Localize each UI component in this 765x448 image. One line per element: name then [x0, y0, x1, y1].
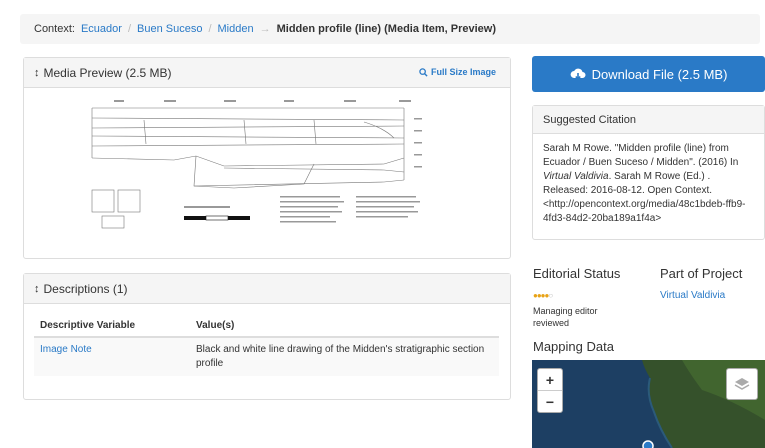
citation-header: Suggested Citation: [533, 106, 764, 134]
descriptions-table: Descriptive Variable Value(s) Image Note…: [34, 314, 499, 376]
layers-icon: [734, 378, 750, 390]
midden-profile-preview-image[interactable]: [84, 98, 446, 248]
image-note-link[interactable]: Image Note: [34, 337, 190, 376]
breadcrumb-separator: /: [208, 23, 212, 35]
full-size-image-label: Full Size Image: [430, 67, 496, 77]
editorial-status-text: Managing editor reviewed: [533, 306, 598, 328]
map-zoom-control: + −: [537, 368, 563, 413]
image-note-value: Black and white line drawing of the Midd…: [190, 337, 499, 376]
descriptions-panel: ↕ Descriptions (1) Descriptive Variable …: [23, 273, 511, 400]
breadcrumb-separator: /: [127, 23, 132, 35]
citation-project-name: Virtual Valdivia: [543, 171, 609, 182]
breadcrumb: Context: Ecuador / Buen Suceso / Midden …: [20, 14, 760, 44]
column-header-variable: Descriptive Variable: [34, 314, 190, 338]
zoom-in-button[interactable]: +: [538, 369, 562, 391]
zoom-out-button[interactable]: −: [538, 391, 562, 412]
media-preview-title: Media Preview (2.5 MB): [43, 65, 172, 80]
editorial-stars: ●●●●○: [533, 291, 553, 300]
descriptions-title: Descriptions (1): [43, 281, 128, 296]
breadcrumb-arrow: →: [259, 23, 271, 35]
breadcrumb-context-label: Context:: [34, 23, 75, 35]
breadcrumb-buen-suceso[interactable]: Buen Suceso: [137, 23, 202, 35]
project-link-virtual-valdivia[interactable]: Virtual Valdivia: [660, 290, 725, 301]
descriptions-header[interactable]: ↕ Descriptions (1): [24, 274, 510, 304]
full-size-image-link[interactable]: Full Size Image: [419, 67, 496, 77]
expand-arrows-icon: ↕: [34, 66, 40, 79]
stars-filled: ●●●●: [533, 291, 549, 300]
cloud-download-icon: [570, 68, 586, 80]
suggested-citation-panel: Suggested Citation Sarah M Rowe. "Midden…: [532, 105, 765, 240]
editorial-status-title: Editorial Status: [533, 266, 621, 281]
stars-empty: ○: [548, 291, 553, 300]
map-layers-button[interactable]: [726, 368, 758, 400]
expand-arrows-icon: ↕: [34, 282, 40, 295]
download-file-label: Download File (2.5 MB): [591, 66, 728, 82]
breadcrumb-ecuador[interactable]: Ecuador: [81, 23, 122, 35]
citation-text-part: Sarah M Rowe. "Midden profile (line) fro…: [543, 143, 739, 168]
table-row: Image Note Black and white line drawing …: [34, 337, 499, 376]
media-preview-panel: ↕ Media Preview (2.5 MB) Full Size Image: [23, 57, 511, 259]
breadcrumb-current: Midden profile (line) (Media Item, Previ…: [276, 23, 497, 35]
part-of-project-title: Part of Project: [660, 266, 743, 281]
zoom-in-icon: [419, 67, 428, 77]
download-file-button[interactable]: Download File (2.5 MB): [532, 56, 765, 92]
breadcrumb-midden[interactable]: Midden: [218, 23, 254, 35]
mapping-data-title: Mapping Data: [533, 339, 614, 354]
citation-title: Suggested Citation: [543, 113, 636, 126]
column-header-values: Value(s): [190, 314, 499, 338]
citation-text: Sarah M Rowe. "Midden profile (line) fro…: [533, 134, 764, 234]
